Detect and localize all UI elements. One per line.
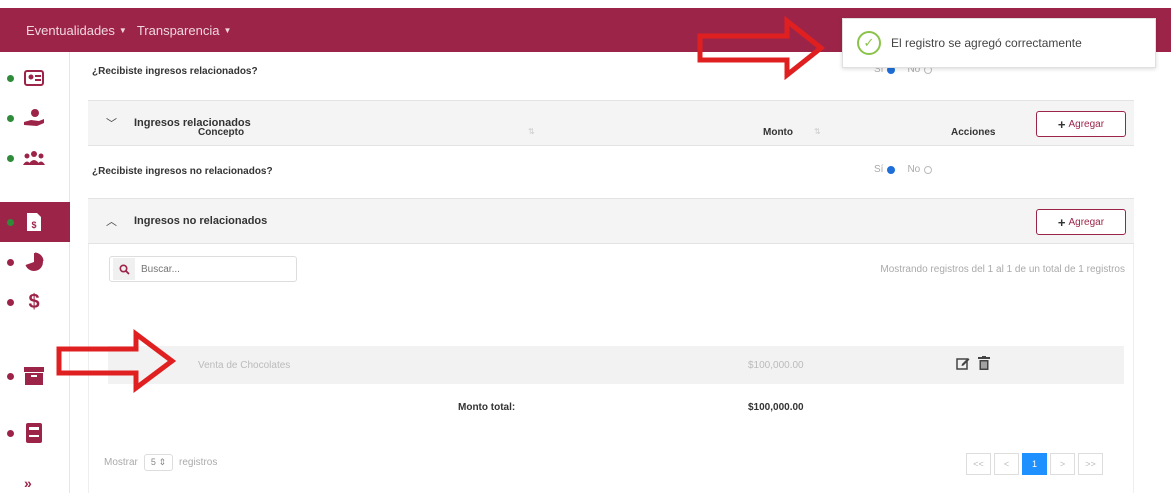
section-title: Ingresos no relacionados (134, 215, 268, 227)
column-header-concepto[interactable]: Concepto (198, 127, 244, 138)
total-row: Monto total: $100,000.00 (108, 397, 1124, 421)
next-page-button[interactable]: > (1050, 453, 1075, 475)
section-ingresos-no-relacionados[interactable]: ︿ Ingresos no relacionados + Agregar (88, 198, 1134, 244)
page-size-select[interactable]: 5 ⇕ (143, 454, 173, 471)
records-info: Mostrando registros del 1 al 1 de un tot… (880, 264, 1125, 275)
page-size-value: 5 (150, 457, 156, 467)
sidebar-item-ingresos[interactable] (0, 98, 70, 138)
hand-money-icon (22, 106, 46, 130)
question-row: ¿Recibiste ingresos no relacionados? Sí … (88, 152, 1134, 192)
show-prefix: Mostrar (104, 457, 138, 468)
row-actions (956, 356, 990, 373)
nav-menu: Eventualidades ▼ Transparencia ▼ (26, 23, 231, 38)
add-button-label: Agregar (1068, 216, 1105, 228)
status-dot (7, 219, 14, 226)
plus-icon: + (1057, 214, 1066, 230)
sidebar-item-estadisticas[interactable] (0, 242, 70, 282)
cell-monto: $100,000.00 (748, 360, 804, 371)
table-row: Venta de Chocolates $100,000.00 (108, 346, 1124, 384)
dollar-icon: $ (28, 290, 40, 313)
sidebar-item-dependientes[interactable] (0, 138, 70, 178)
search-input[interactable] (141, 263, 291, 275)
annotation-arrow-icon (56, 329, 176, 393)
column-header-monto[interactable]: Monto (763, 127, 793, 138)
sidebar-item-dinero[interactable]: $ (0, 282, 70, 322)
sidebar-item-agenda[interactable] (0, 413, 70, 453)
radio-no[interactable] (924, 165, 933, 174)
sort-icon[interactable]: ⇅ (528, 127, 535, 136)
notebook-icon (22, 421, 46, 445)
sidebar: $ $ » (0, 52, 70, 493)
cell-concepto: Venta de Chocolates (198, 360, 291, 371)
show-suffix: registros (178, 457, 218, 468)
nav-item-transparencia[interactable]: Transparencia ▼ (137, 23, 232, 38)
status-dot (7, 299, 14, 306)
page-size-control: Mostrar 5 ⇕ registros (104, 454, 217, 471)
svg-text:$: $ (31, 220, 36, 230)
success-toast: ✓ El registro se agregó correctamente (842, 18, 1156, 68)
search-box (109, 256, 297, 282)
sidebar-item-datos[interactable] (0, 58, 70, 98)
status-dot (7, 115, 14, 122)
radio-yes[interactable] (887, 165, 896, 174)
caret-down-icon: ▼ (118, 26, 127, 35)
first-page-button[interactable]: << (966, 453, 991, 475)
status-dot (7, 259, 14, 266)
table-header: Concepto ⇅ Monto ⇅ Acciones (108, 122, 1124, 146)
last-page-button[interactable]: >> (1078, 453, 1103, 475)
nav-item-label: Transparencia (136, 23, 220, 38)
toast-message: El registro se agregó correctamente (891, 36, 1082, 50)
prev-page-button[interactable]: < (994, 453, 1019, 475)
total-label: Monto total: (458, 402, 516, 413)
check-circle-icon: ✓ (857, 31, 881, 55)
total-value: $100,000.00 (748, 402, 804, 413)
document-dollar-icon: $ (22, 210, 46, 234)
column-header-acciones: Acciones (951, 127, 996, 138)
status-dot (7, 155, 14, 162)
status-dot (7, 75, 14, 82)
sort-icon[interactable]: ⇅ (814, 127, 821, 136)
select-arrows-icon: ⇕ (158, 457, 166, 467)
expand-sidebar-icon[interactable]: » (24, 475, 32, 491)
annotation-arrow-icon (697, 16, 825, 80)
question-label: ¿Recibiste ingresos relacionados? (92, 66, 258, 77)
add-button[interactable]: + Agregar (1036, 209, 1126, 235)
radio-group: Sí No (874, 164, 933, 175)
status-dot (7, 430, 14, 437)
caret-down-icon: ▼ (223, 26, 232, 35)
trash-icon[interactable] (978, 356, 990, 373)
sidebar-item-documentos[interactable]: $ (0, 202, 70, 242)
radio-no-label: No (907, 164, 921, 175)
edit-icon[interactable] (956, 356, 970, 373)
id-card-icon (22, 66, 46, 90)
nav-item-label: Eventualidades (26, 23, 115, 38)
archive-icon (22, 364, 46, 388)
question-label: ¿Recibiste ingresos no relacionados? (92, 166, 273, 177)
pagination: << < 1 > >> (966, 453, 1106, 475)
chevron-up-icon[interactable]: ︿ (106, 213, 117, 229)
radio-yes-label: Sí (874, 164, 884, 175)
search-icon (113, 258, 135, 280)
page-1-button[interactable]: 1 (1022, 453, 1047, 475)
users-icon (22, 146, 46, 170)
nav-item-eventualidades[interactable]: Eventualidades ▼ (26, 23, 127, 38)
pie-chart-icon (22, 250, 46, 274)
status-dot (7, 373, 14, 380)
